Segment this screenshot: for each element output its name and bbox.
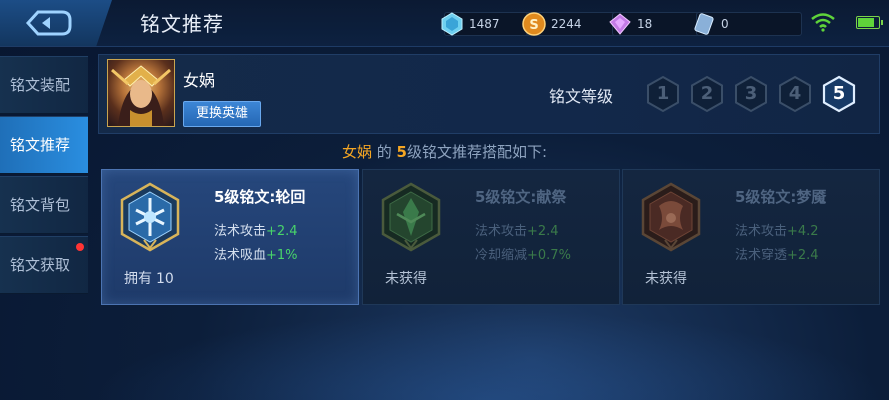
attr-value: +0.7% — [527, 248, 571, 263]
sidebar-item-label: 铭文背包 — [10, 196, 71, 214]
rune-attr: 法术穿透+2.4 — [735, 244, 819, 263]
level-number: 4 — [788, 83, 802, 104]
attr-value: +4.2 — [787, 224, 819, 239]
level-number: 5 — [832, 83, 846, 104]
heading-suffix: 级铭文推荐搭配如下: — [406, 143, 548, 161]
notification-dot — [76, 243, 84, 251]
wifi-icon — [811, 13, 835, 32]
crystal-icon — [441, 12, 463, 36]
attr-value: +1% — [266, 248, 298, 263]
level-number: 3 — [744, 83, 758, 104]
sidebar-item-bag[interactable]: 铭文背包 — [0, 176, 88, 234]
background-glow — [90, 310, 889, 400]
attr-value: +2.4 — [266, 224, 298, 239]
rune-emblem-icon — [641, 182, 701, 252]
battery-level — [858, 18, 874, 27]
rune-title: 5级铭文:梦魇 — [735, 188, 827, 206]
sidebar-item-obtain[interactable]: 铭文获取 — [0, 236, 88, 294]
ownership-label: 未获得 — [645, 271, 687, 287]
rune-card-xianji[interactable]: 5级铭文:献祭 法术攻击+2.4 冷却缩减+0.7% 未获得 — [362, 169, 620, 305]
rune-attr: 冷却缩减+0.7% — [475, 244, 571, 263]
rune-title: 5级铭文:献祭 — [475, 188, 567, 206]
attr-name: 法术吸血 — [214, 248, 267, 263]
page-title: 铭文推荐 — [140, 12, 224, 36]
sidebar-item-label: 铭文获取 — [10, 256, 71, 274]
rune-emblem-icon — [120, 182, 180, 252]
heading-level: 5 — [396, 143, 407, 161]
battery-icon — [856, 16, 883, 29]
rune-attr: 法术攻击+2.4 — [475, 220, 559, 239]
sidebar-item-label: 铭文装配 — [10, 76, 71, 94]
level-button-4[interactable]: 4 — [777, 75, 813, 113]
back-icon — [25, 10, 72, 36]
ticket-currency[interactable]: 0 — [694, 12, 802, 36]
attr-name: 法术攻击 — [475, 224, 528, 239]
attr-name: 冷却缩减 — [475, 248, 528, 263]
rune-ownership: 拥有 10 — [124, 268, 174, 288]
rune-ownership: 未获得 — [645, 268, 687, 288]
rune-emblem-icon — [381, 182, 441, 252]
hero-avatar-art — [111, 65, 171, 126]
level-button-5[interactable]: 5 — [821, 75, 857, 113]
recommendation-heading: 女娲 的 5级铭文推荐搭配如下: — [0, 141, 889, 162]
rune-card-mengyan[interactable]: 5级铭文:梦魇 法术攻击+4.2 法术穿透+2.4 未获得 — [622, 169, 880, 305]
gold-coin-icon: S — [522, 12, 546, 36]
attr-name: 法术攻击 — [735, 224, 788, 239]
back-button[interactable] — [0, 0, 112, 46]
rune-ownership: 未获得 — [385, 268, 427, 288]
gold-count: 2244 — [551, 17, 582, 31]
level-number: 2 — [700, 83, 714, 104]
heading-hero-name: 女娲 — [341, 143, 372, 161]
rune-title: 5级铭文:轮回 — [214, 188, 306, 206]
ticket-icon — [694, 13, 714, 35]
level-button-2[interactable]: 2 — [689, 75, 725, 113]
rune-attr: 法术攻击+4.2 — [735, 220, 819, 239]
rune-attr: 法术吸血+1% — [214, 244, 298, 263]
owned-count: 10 — [156, 271, 174, 287]
level-button-3[interactable]: 3 — [733, 75, 769, 113]
sidebar-item-equip[interactable]: 铭文装配 — [0, 56, 88, 114]
top-bar: 铭文推荐 1487 S 2244 18 0 — [0, 0, 889, 47]
attr-name: 法术攻击 — [214, 224, 267, 239]
svg-text:S: S — [529, 18, 538, 33]
crystal-count: 1487 — [469, 17, 500, 31]
level-number: 1 — [656, 83, 670, 104]
rune-attr: 法术攻击+2.4 — [214, 220, 298, 239]
hero-panel: 女娲 更换英雄 铭文等级 1 2 3 4 5 — [98, 54, 880, 134]
attr-name: 法术穿透 — [735, 248, 788, 263]
sidebar: 铭文装配 铭文推荐 铭文背包 铭文获取 — [0, 56, 88, 296]
ticket-count: 0 — [721, 17, 729, 31]
change-hero-button[interactable]: 更换英雄 — [183, 101, 261, 127]
heading-connector: 的 — [376, 143, 392, 161]
rune-card-lunhui[interactable]: 5级铭文:轮回 法术攻击+2.4 法术吸血+1% 拥有 10 — [101, 169, 359, 305]
diamond-icon — [609, 13, 631, 35]
diamond-count: 18 — [637, 17, 653, 31]
ownership-label: 拥有 — [124, 271, 152, 287]
hero-name: 女娲 — [183, 71, 216, 90]
ownership-label: 未获得 — [385, 271, 427, 287]
attr-value: +2.4 — [527, 224, 559, 239]
level-button-1[interactable]: 1 — [645, 75, 681, 113]
hero-portrait[interactable] — [107, 59, 175, 127]
rune-level-label: 铭文等级 — [549, 87, 614, 106]
attr-value: +2.4 — [787, 248, 819, 263]
